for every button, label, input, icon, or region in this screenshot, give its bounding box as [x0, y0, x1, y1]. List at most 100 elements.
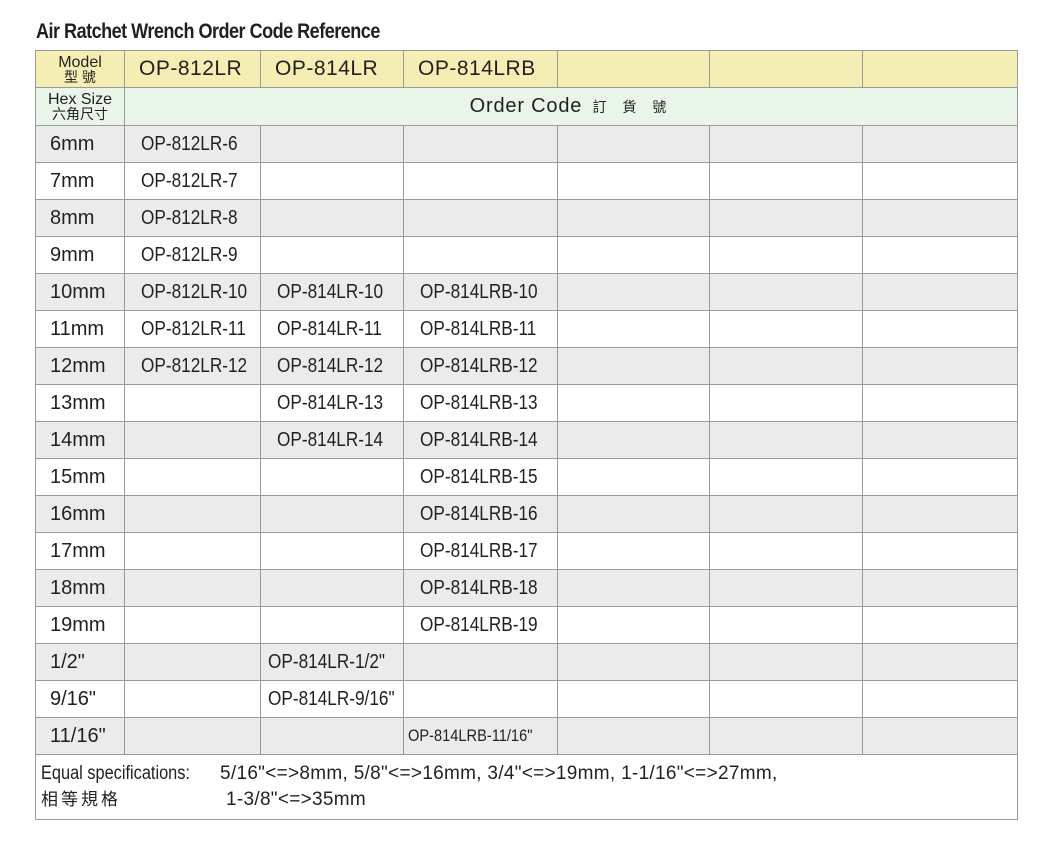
hex-size-cell: 12mm [35, 347, 125, 385]
order-code-cell [862, 236, 1018, 274]
model-name-5 [709, 50, 863, 88]
order-code-cell: OP-814LR-11 [260, 310, 404, 348]
order-code-cell: OP-814LRB-15 [403, 458, 558, 496]
order-code-cell [557, 273, 710, 311]
order-code-cell: OP-814LRB-12 [403, 347, 558, 385]
order-code-cell: OP-814LR-9/16" [260, 680, 404, 718]
order-code-cell [260, 606, 404, 644]
order-code-cell: OP-814LRB-19 [403, 606, 558, 644]
order-code-cell [709, 680, 863, 718]
order-code-cell [124, 717, 261, 755]
order-code-cell [557, 495, 710, 533]
hex-size-cell: 18mm [35, 569, 125, 607]
order-code-cell [260, 569, 404, 607]
order-code-cell: OP-814LRB-16 [403, 495, 558, 533]
order-code-cell [124, 458, 261, 496]
order-code-cell [124, 643, 261, 681]
order-code-cell: OP-814LRB-11/16" [403, 717, 558, 755]
order-code-cell: OP-814LR-12 [260, 347, 404, 385]
order-code-cell [862, 717, 1018, 755]
order-code-cell [557, 606, 710, 644]
order-code-cell: OP-814LR-13 [260, 384, 404, 422]
order-code-cell [709, 532, 863, 570]
order-code-cell [403, 643, 558, 681]
order-code-cell [709, 643, 863, 681]
order-code-cell [709, 162, 863, 200]
table-row: 6mm OP-812LR-6 [35, 125, 1018, 163]
hex-size-label-en: Hex Size [47, 91, 113, 108]
order-code-cell [862, 495, 1018, 533]
order-code-text: OP-812LR-8 [141, 206, 238, 229]
order-code-cell [557, 125, 710, 163]
equal-specifications-cell: Equal specifications: 5/16"<=>8mm, 5/8"<… [35, 754, 1018, 820]
model-name-1: OP-812LR [124, 50, 261, 88]
order-code-cell: OP-812LR-7 [124, 162, 261, 200]
model-name-6 [862, 50, 1018, 88]
order-code-cell [260, 162, 404, 200]
order-code-cell [709, 717, 863, 755]
equal-spec-label-zh: 相等規格 [41, 790, 121, 809]
equal-specifications: Equal specifications: 5/16"<=>8mm, 5/8"<… [37, 756, 1017, 810]
order-code-cell: OP-814LRB-10 [403, 273, 558, 311]
order-code-cell [260, 495, 404, 533]
order-code-text: OP-814LR-14 [277, 428, 384, 451]
hex-size-cell: 11mm [35, 310, 125, 348]
table-row: 12mm OP-812LR-12 OP-814LR-12 OP-814LRB-12 [35, 347, 1018, 385]
model-name-4 [557, 50, 710, 88]
order-code-cell [403, 199, 558, 237]
order-code-cell [260, 717, 404, 755]
order-code-cell [557, 384, 710, 422]
order-code-cell [124, 495, 261, 533]
order-code-text: OP-812LR-6 [141, 132, 238, 155]
order-code-cell [260, 458, 404, 496]
order-code-text: OP-814LR-11 [277, 317, 382, 340]
order-code-text: OP-814LR-9/16" [268, 687, 395, 710]
hex-size-cell: 14mm [35, 421, 125, 459]
order-code-cell: OP-814LR-10 [260, 273, 404, 311]
table-row: 9/16" OP-814LR-9/16" [35, 680, 1018, 718]
order-code-text: OP-814LR-12 [277, 354, 384, 377]
equal-spec-line-1: 5/16"<=>8mm, 5/8"<=>16mm, 3/4"<=>19mm, 1… [220, 763, 778, 784]
order-code-text: OP-814LRB-14 [420, 428, 538, 451]
model-name-3: OP-814LRB [403, 50, 558, 88]
model-header-row: Model 型 號 OP-812LR OP-814LR OP-814LRB [35, 50, 1018, 88]
hex-size-cell: 8mm [35, 199, 125, 237]
page-title: Air Ratchet Wrench Order Code Reference [36, 20, 380, 43]
order-code-cell [709, 125, 863, 163]
order-code-text: OP-814LRB-18 [420, 576, 538, 599]
order-code-cell [557, 569, 710, 607]
order-code-label-zh: 訂 貨 號 [592, 99, 673, 115]
order-code-cell [260, 236, 404, 274]
order-code-cell [862, 421, 1018, 459]
order-code-table-container: Model 型 號 OP-812LR OP-814LR OP-814LRB He… [35, 50, 1018, 820]
order-code-cell: OP-812LR-12 [124, 347, 261, 385]
order-code-text: OP-812LR-10 [141, 280, 248, 303]
order-code-cell [709, 458, 863, 496]
order-code-cell [260, 199, 404, 237]
order-code-cell [124, 421, 261, 459]
order-code-cell: OP-812LR-8 [124, 199, 261, 237]
order-code-cell [709, 273, 863, 311]
order-code-cell [709, 606, 863, 644]
order-code-text: OP-812LR-9 [141, 243, 238, 266]
order-code-cell [862, 273, 1018, 311]
order-code-text: OP-814LRB-16 [420, 502, 538, 525]
order-code-cell [862, 199, 1018, 237]
equal-spec-label-en: Equal specifications: [41, 763, 190, 784]
order-code-cell [557, 310, 710, 348]
table-row: 9mm OP-812LR-9 [35, 236, 1018, 274]
order-code-cell [557, 199, 710, 237]
order-code-cell [557, 643, 710, 681]
order-code-text: OP-814LR-13 [277, 391, 384, 414]
order-code-cell [862, 384, 1018, 422]
hex-size-cell: 10mm [35, 273, 125, 311]
order-code-cell: OP-814LRB-13 [403, 384, 558, 422]
order-code-cell [862, 347, 1018, 385]
table-row: 11/16" OP-814LRB-11/16" [35, 717, 1018, 755]
order-code-cell [709, 384, 863, 422]
hex-size-cell: 1/2" [35, 643, 125, 681]
table-row: 8mm OP-812LR-8 [35, 199, 1018, 237]
order-code-cell: OP-814LRB-17 [403, 532, 558, 570]
order-code-cell: OP-814LR-14 [260, 421, 404, 459]
order-code-cell [709, 199, 863, 237]
